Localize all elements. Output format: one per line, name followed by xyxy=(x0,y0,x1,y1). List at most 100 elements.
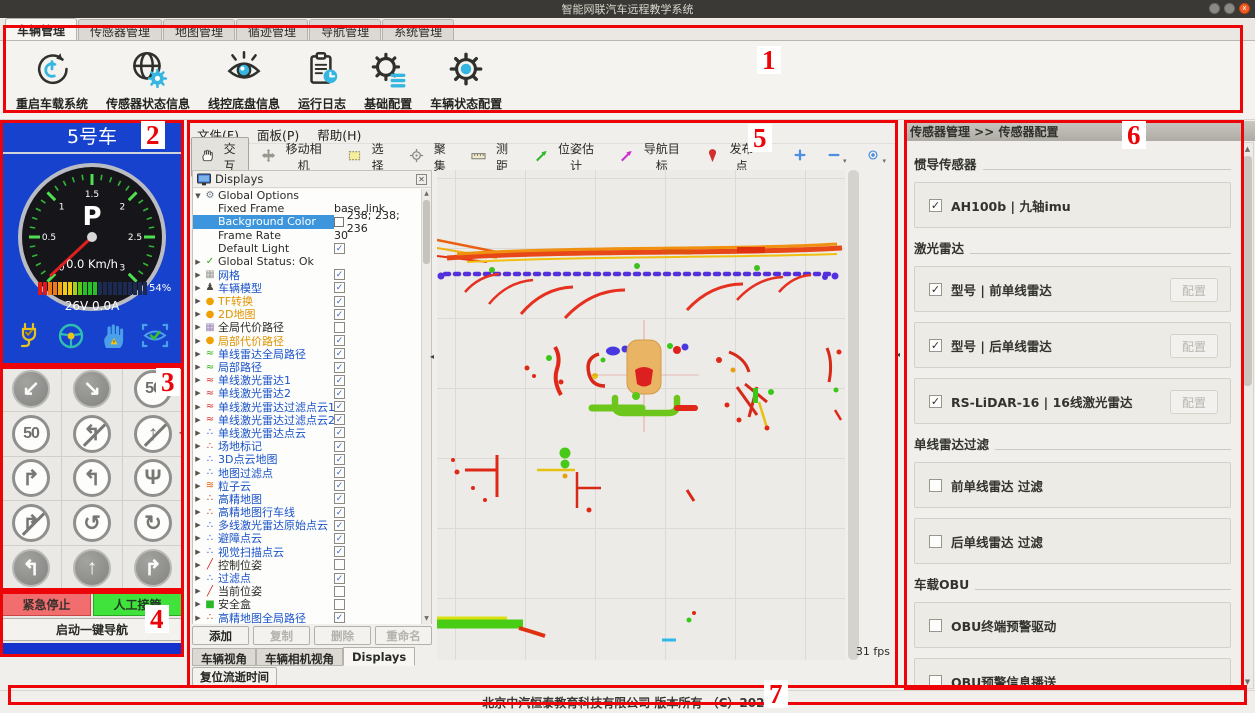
expand-arrow-icon[interactable]: ▶ xyxy=(193,548,203,556)
reset-elapsed-time-button[interactable]: 复位流逝时间 xyxy=(192,667,277,686)
tree-item-当前位姿[interactable]: ▶╱当前位姿 xyxy=(193,585,422,598)
tree-item-高精地图[interactable]: ▶∴高精地图✓ xyxy=(193,492,422,505)
expand-arrow-icon[interactable]: ▶ xyxy=(193,389,203,397)
ribbon-button-传感器状态信息[interactable]: 传感器状态信息 xyxy=(100,46,196,114)
tree-item-TF转换[interactable]: ▶●TF转换✓ xyxy=(193,295,422,308)
tree-item-局部代价路径[interactable]: ▶●局部代价路径✓ xyxy=(193,334,422,347)
tree-item-控制位姿[interactable]: ▶╱控制位姿 xyxy=(193,558,422,571)
expand-arrow-icon[interactable]: ▶ xyxy=(193,429,203,437)
checkbox[interactable]: ✓ xyxy=(334,493,345,504)
tree-item-全局代价路径[interactable]: ▶▦全局代价路径 xyxy=(193,321,422,334)
displays-button-删除[interactable]: 删除 xyxy=(314,626,371,645)
checkbox[interactable]: ✓ xyxy=(334,546,345,557)
checkbox[interactable]: ✓ xyxy=(334,296,345,307)
checkbox[interactable] xyxy=(929,675,942,688)
checkbox[interactable]: ✓ xyxy=(334,401,345,412)
tree-item-单线激光雷达1[interactable]: ▶≈单线激光雷达1✓ xyxy=(193,374,422,387)
tree-item-车辆模型[interactable]: ▶♟车辆模型✓ xyxy=(193,281,422,294)
splitter-collapse-icon[interactable]: ◂ xyxy=(430,352,434,361)
displays-button-添加[interactable]: 添加 xyxy=(192,626,249,645)
expand-arrow-icon[interactable]: ▶ xyxy=(193,614,203,622)
expand-arrow-icon[interactable]: ▶ xyxy=(193,363,203,371)
zoom-in-button[interactable] xyxy=(785,145,815,168)
tree-item-局部路径[interactable]: ▶≈局部路径✓ xyxy=(193,360,422,373)
view-tab-车辆相机视角[interactable]: 车辆相机视角 xyxy=(256,648,343,666)
splitter-collapse-icon[interactable]: ◂ xyxy=(179,428,183,437)
expand-arrow-icon[interactable]: ▶ xyxy=(193,297,203,305)
checkbox[interactable]: ✓ xyxy=(334,388,345,399)
tree-item-高精地图行车线[interactable]: ▶∴高精地图行车线✓ xyxy=(193,506,422,519)
scroll-down-icon[interactable]: ▼ xyxy=(422,614,431,624)
tree-item-单线激光雷达点云[interactable]: ▶∴单线激光雷达点云✓ xyxy=(193,426,422,439)
tree-item-粒子云[interactable]: ▶≋粒子云✓ xyxy=(193,479,422,492)
expand-arrow-icon[interactable]: ▶ xyxy=(193,416,203,424)
tab-车辆管理[interactable]: 车辆管理 xyxy=(5,18,77,40)
checkbox[interactable]: ✓ xyxy=(334,520,345,531)
close-icon[interactable]: ✕ xyxy=(416,174,427,185)
checkbox[interactable] xyxy=(334,586,345,597)
checkbox[interactable]: ✓ xyxy=(334,533,345,544)
sign-turn-left-button[interactable]: ↰ xyxy=(1,546,61,590)
ribbon-button-车辆状态配置[interactable]: 车辆状态配置 xyxy=(424,46,508,114)
checkbox[interactable] xyxy=(334,559,345,570)
config-button[interactable]: 配置 xyxy=(1170,390,1218,414)
tree-item-3D点云地图[interactable]: ▶∴3D点云地图✓ xyxy=(193,453,422,466)
tree-item-避障点云[interactable]: ▶∴避障点云✓ xyxy=(193,532,422,545)
checkbox[interactable]: ✓ xyxy=(334,507,345,518)
splitter-collapse-icon[interactable]: ◂ xyxy=(896,350,900,359)
sign-fork-button[interactable]: Ψ xyxy=(123,457,183,501)
expand-arrow-icon[interactable]: ▶ xyxy=(193,271,203,279)
scroll-up-icon[interactable]: ▲ xyxy=(1242,143,1253,155)
view-scrollbar[interactable] xyxy=(848,170,859,660)
expand-arrow-icon[interactable]: ▶ xyxy=(193,310,203,318)
checkbox[interactable]: ✓ xyxy=(334,612,345,623)
sign-u-turn-right-button[interactable]: ↻ xyxy=(123,501,183,545)
tree-item-Default Light[interactable]: Default Light✓ xyxy=(193,242,422,255)
sign-no-straight-button[interactable]: ↑ xyxy=(123,412,183,456)
checkbox[interactable]: ✓ xyxy=(334,309,345,320)
checkbox[interactable]: ✓ xyxy=(334,573,345,584)
expand-arrow-icon[interactable]: ▶ xyxy=(193,403,203,411)
checkbox[interactable]: ✓ xyxy=(334,441,345,452)
checkbox[interactable] xyxy=(929,619,942,632)
expand-arrow-icon[interactable]: ▶ xyxy=(193,587,203,595)
tree-item-视觉扫描点云[interactable]: ▶∴视觉扫描点云✓ xyxy=(193,545,422,558)
sign-straight-button[interactable]: ↑ xyxy=(62,546,122,590)
config-button[interactable]: 配置 xyxy=(1170,278,1218,302)
expand-arrow-icon[interactable]: ▶ xyxy=(193,482,203,490)
sign-speed-50-button[interactable]: 50 xyxy=(1,412,61,456)
displays-button-重命名[interactable]: 重命名 xyxy=(375,626,432,645)
tree-item-2D地图[interactable]: ▶●2D地图✓ xyxy=(193,308,422,321)
scroll-up-icon[interactable]: ▲ xyxy=(422,189,431,199)
start-navigation-button[interactable]: 启动一键导航 xyxy=(2,618,182,641)
view-tab-车辆视角[interactable]: 车辆视角 xyxy=(192,648,256,666)
sign-speed-50-button[interactable]: 50 xyxy=(123,367,183,411)
tree-item-Background Color[interactable]: Background Color238; 238; 236 xyxy=(193,215,422,228)
checkbox[interactable]: ✓ xyxy=(334,362,345,373)
tree-item-网格[interactable]: ▶▦网格✓ xyxy=(193,268,422,281)
expand-arrow-icon[interactable]: ▶ xyxy=(193,508,203,516)
checkbox[interactable]: ✓ xyxy=(334,348,345,359)
expand-arrow-icon[interactable]: ▶ xyxy=(193,455,203,463)
checkbox[interactable]: ✓ xyxy=(334,467,345,478)
sensor-panel-scrollbar[interactable]: ▲ ▼ xyxy=(1241,142,1254,689)
tree-item-Frame Rate[interactable]: Frame Rate30 xyxy=(193,229,422,242)
sign-no-left-turn-button[interactable]: ↰ xyxy=(62,412,122,456)
tree-item-安全盒[interactable]: ▶■安全盒 xyxy=(193,598,422,611)
checkbox[interactable]: ✓ xyxy=(334,243,345,254)
checkbox[interactable]: ✓ xyxy=(929,283,942,296)
checkbox[interactable]: ✓ xyxy=(334,335,345,346)
config-button[interactable]: 配置 xyxy=(1170,334,1218,358)
expand-arrow-icon[interactable]: ▶ xyxy=(193,284,203,292)
checkbox[interactable]: ✓ xyxy=(929,395,942,408)
sign-no-right-turn-button[interactable]: ↱ xyxy=(1,501,61,545)
checkbox[interactable]: ✓ xyxy=(334,480,345,491)
minimize-button[interactable] xyxy=(1209,3,1220,14)
displays-tree-scrollbar[interactable]: ▲ ▼ xyxy=(421,189,431,624)
zoom-out-button[interactable]: ▾ xyxy=(819,145,855,168)
tree-item-高精地图全局路径[interactable]: ▶∴高精地图全局路径✓ xyxy=(193,611,422,624)
tree-item-单线激光雷达2[interactable]: ▶≈单线激光雷达2✓ xyxy=(193,387,422,400)
sign-down-right-button[interactable]: ↘ xyxy=(62,367,122,411)
checkbox[interactable]: ✓ xyxy=(334,414,345,425)
checkbox[interactable] xyxy=(334,322,345,333)
